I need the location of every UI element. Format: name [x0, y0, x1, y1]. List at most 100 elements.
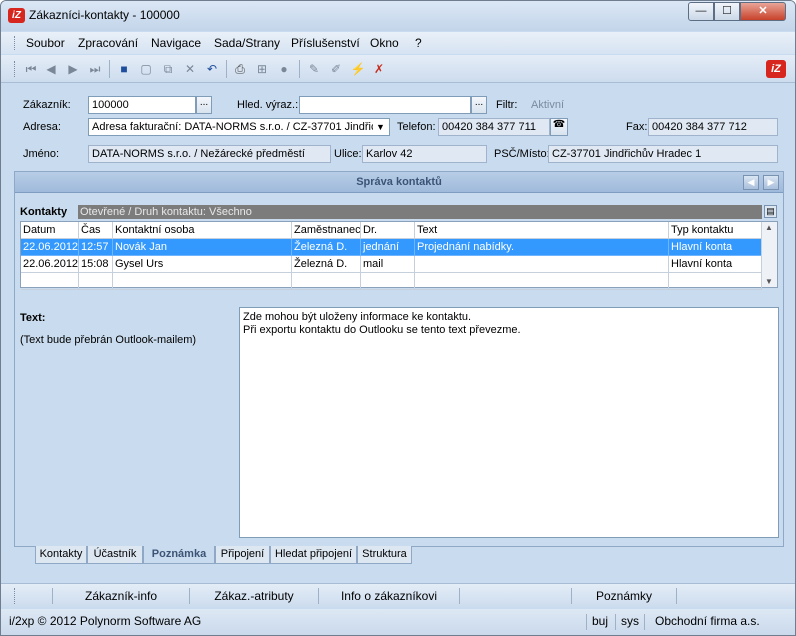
copy-icon[interactable]: ⧉ — [160, 61, 176, 77]
customer-attributes-button[interactable]: Zákaz.-atributy — [190, 589, 318, 603]
tab-contacts[interactable]: Kontakty — [35, 546, 87, 564]
prev-record-icon[interactable]: ◀ — [43, 61, 59, 77]
status-user: buj — [592, 614, 609, 628]
tab-participant[interactable]: Účastník — [87, 546, 143, 564]
phone-field[interactable]: 00420 384 377 711 — [438, 118, 550, 136]
name-label: Jméno: — [23, 148, 60, 160]
cell-time: 15:08 — [79, 256, 113, 273]
minimize-button[interactable]: — — [688, 2, 714, 21]
customer-details-button[interactable]: Info o zákazníkovi — [319, 589, 459, 603]
edit-icon[interactable]: ✎ — [306, 61, 322, 77]
col-header-contact-type[interactable]: Typ kontaktu — [669, 222, 762, 239]
tab-connection[interactable]: Připojení — [215, 546, 270, 564]
last-record-icon[interactable]: ⏭ — [87, 61, 103, 77]
status-company: Obchodní firma a.s. — [655, 614, 760, 628]
new-document-icon[interactable]: ▢ — [138, 61, 154, 77]
col-header-type[interactable]: Dr. — [361, 222, 415, 239]
col-header-date[interactable]: Datum — [21, 222, 79, 239]
text-label: Text: — [20, 312, 46, 324]
grid-options-icon[interactable]: ▤ — [764, 205, 777, 218]
name-field[interactable]: DATA-NORMS s.r.o. / Nežárecké předměstí — [88, 145, 331, 163]
status-bar: i/2xp © 2012 Polynorm Software AG buj sy… — [1, 609, 795, 635]
copyright-text: i/2xp © 2012 Polynorm Software AG — [9, 614, 202, 628]
info-separator — [459, 588, 460, 604]
col-header-time[interactable]: Čas — [79, 222, 113, 239]
menu-set-pages[interactable]: Sada/Strany — [214, 36, 280, 50]
contact-text-area[interactable]: Zde mohou být uloženy informace ke konta… — [239, 307, 779, 538]
tab-find-connection[interactable]: Hledat připojení — [270, 546, 357, 564]
menu-help[interactable]: ? — [415, 36, 422, 50]
menu-grip[interactable] — [14, 36, 17, 50]
cell-empty — [79, 273, 113, 290]
menu-window[interactable]: Okno — [370, 36, 399, 50]
fax-field[interactable]: 00420 384 377 712 — [648, 118, 778, 136]
cell-contact-type: Hlavní konta — [669, 239, 762, 256]
customer-lookup-button[interactable]: ... — [196, 96, 212, 114]
brand-logo-icon: iZ — [766, 60, 786, 78]
undo-icon[interactable]: ↶ — [204, 61, 220, 77]
zip-city-field[interactable]: CZ-37701 Jindřichův Hradec 1 — [548, 145, 778, 163]
title-bar[interactable]: iZ Zákazníci-kontakty - 100000 — ☐ ✕ — [1, 1, 795, 31]
pen-icon[interactable]: ✐ — [328, 61, 344, 77]
search-label: Hled. výraz.: — [237, 99, 299, 111]
table-row[interactable]: 22.06.2012 12:57 Novák Jan Železná D. je… — [21, 239, 762, 256]
disabled-circle-icon[interactable]: ● — [276, 61, 292, 77]
dial-phone-button[interactable]: ☎ — [550, 118, 568, 136]
status-separator — [615, 614, 616, 630]
customer-label: Zákazník: — [23, 99, 71, 111]
filter-clear-icon[interactable]: ✗ — [371, 61, 387, 77]
tab-note[interactable]: Poznámka — [143, 546, 215, 564]
street-label: Ulice: — [334, 148, 362, 160]
col-header-employee[interactable]: Zaměstnanec — [292, 222, 361, 239]
scroll-down-icon[interactable]: ▼ — [765, 277, 773, 286]
panel-prev-icon[interactable]: ◀ — [743, 175, 759, 190]
maximize-button[interactable]: ☐ — [714, 2, 740, 21]
cell-empty — [361, 273, 415, 290]
notes-button[interactable]: Poznámky — [572, 589, 676, 603]
street-field[interactable]: Karlov 42 — [362, 145, 487, 163]
cell-empty — [669, 273, 762, 290]
customer-field[interactable]: 100000 — [88, 96, 196, 114]
chevron-down-icon[interactable]: ▼ — [373, 120, 388, 134]
panel-next-icon[interactable]: ▶ — [763, 175, 779, 190]
col-header-contact-person[interactable]: Kontaktní osoba — [113, 222, 292, 239]
menu-accessories[interactable]: Příslušenství — [291, 36, 360, 50]
info-separator — [676, 588, 677, 604]
table-row-empty[interactable] — [21, 273, 762, 290]
customer-info-button[interactable]: Zákazník-info — [53, 589, 189, 603]
cell-empty — [113, 273, 292, 290]
print-icon[interactable]: ⎙ — [232, 61, 248, 77]
scroll-up-icon[interactable]: ▲ — [765, 223, 773, 232]
filter-icon[interactable]: ⚡ — [350, 61, 366, 77]
search-field[interactable] — [299, 96, 471, 114]
toolbar-separator — [299, 60, 300, 78]
cell-empty — [21, 273, 79, 290]
toolbar-grip[interactable] — [14, 61, 17, 77]
structure-icon[interactable]: ⊞ — [254, 61, 270, 77]
menu-navigation[interactable]: Navigace — [151, 36, 201, 50]
infobar-grip[interactable] — [14, 588, 17, 604]
toolbar-separator — [226, 60, 227, 78]
next-record-icon[interactable]: ▶ — [65, 61, 81, 77]
text-note: (Text bude přebrán Outlook-mailem) — [20, 334, 197, 346]
search-lookup-button[interactable]: ... — [471, 96, 487, 114]
address-label: Adresa: — [23, 121, 61, 133]
address-select[interactable]: Adresa fakturační: DATA-NORMS s.r.o. / C… — [88, 118, 390, 136]
grid-header-row: Datum Čas Kontaktní osoba Zaměstnanec Dr… — [21, 222, 762, 239]
grid-scrollbar[interactable]: ▲ ▼ — [761, 222, 777, 287]
cell-text — [415, 256, 669, 273]
panel-title: Správa kontaktů — [15, 172, 783, 193]
col-header-text[interactable]: Text — [415, 222, 669, 239]
table-row[interactable]: 22.06.2012 15:08 Gysel Urs Železná D. ma… — [21, 256, 762, 273]
menu-file[interactable]: Soubor — [26, 36, 65, 50]
status-db: sys — [621, 614, 639, 628]
save-icon[interactable]: ■ — [116, 61, 132, 77]
address-select-value: Adresa fakturační: DATA-NORMS s.r.o. / C… — [92, 121, 390, 133]
close-button[interactable]: ✕ — [740, 2, 786, 21]
first-record-icon[interactable]: ⏮ — [23, 61, 39, 77]
status-separator — [644, 614, 645, 630]
tab-structure[interactable]: Struktura — [357, 546, 412, 564]
menu-process[interactable]: Zpracování — [78, 36, 138, 50]
delete-icon[interactable]: ✕ — [182, 61, 198, 77]
cell-contact-type: Hlavní konta — [669, 256, 762, 273]
